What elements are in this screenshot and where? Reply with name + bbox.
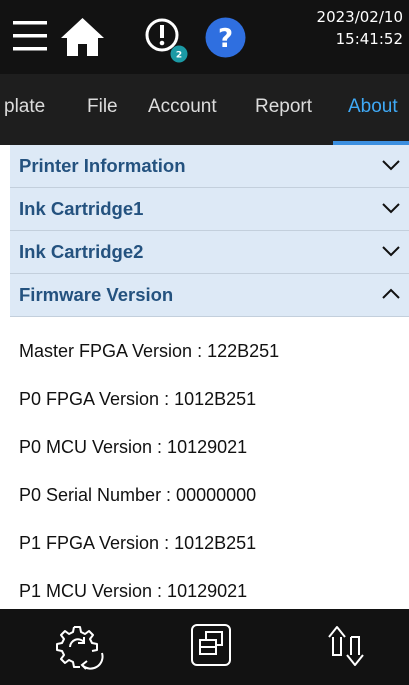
windows-icon[interactable]: [190, 623, 232, 667]
bottom-toolbar: [0, 609, 409, 685]
firmware-version-list: Master FPGA Version : 122B251 P0 FPGA Ve…: [10, 317, 409, 609]
section-printer-information[interactable]: Printer Information: [10, 145, 409, 188]
list-item: Master FPGA Version : 122B251: [19, 341, 280, 361]
section-title: Printer Information: [19, 155, 186, 176]
list-item: P0 FPGA Version : 1012B251: [19, 389, 257, 409]
settings-refresh-icon[interactable]: [56, 623, 106, 671]
home-icon[interactable]: [60, 17, 105, 57]
tab-template[interactable]: plate: [4, 96, 45, 118]
tab-account[interactable]: Account: [148, 96, 217, 118]
date-text: 2023/02/10: [316, 8, 403, 26]
tab-report[interactable]: Report: [255, 96, 312, 118]
clock: 2023/02/10 15:41:52: [317, 6, 403, 50]
transfer-icon[interactable]: [323, 623, 371, 669]
list-item: P0 MCU Version : 10129021: [19, 437, 248, 457]
list-item: P0 Serial Number : 00000000: [19, 485, 257, 505]
list-item: P1 MCU Version : 10129021: [19, 581, 248, 601]
section-ink-cartridge2[interactable]: Ink Cartridge2: [10, 231, 409, 274]
chevron-down-icon: [382, 246, 400, 257]
svg-text:?: ?: [218, 24, 233, 54]
section-title: Firmware Version: [19, 284, 174, 305]
tab-bar: plate File Account Report About: [0, 74, 409, 145]
section-title: Ink Cartridge1: [19, 198, 144, 219]
alert-icon[interactable]: 2: [144, 17, 198, 65]
time-text: 15:41:52: [335, 30, 403, 48]
list-item: P1 FPGA Version : 1012B251: [19, 533, 257, 553]
tab-file[interactable]: File: [87, 96, 118, 118]
section-ink-cartridge1[interactable]: Ink Cartridge1: [10, 188, 409, 231]
alert-badge-count: 2: [176, 51, 182, 61]
about-panel: Printer Information Ink Cartridge1 Ink C…: [10, 145, 409, 609]
menu-icon[interactable]: [13, 19, 47, 53]
chevron-down-icon: [382, 160, 400, 171]
section-firmware-version[interactable]: Firmware Version: [10, 274, 409, 317]
tab-about[interactable]: About: [348, 96, 398, 118]
status-bar: 2 ? 2023/02/10 15:41:52: [0, 0, 409, 74]
chevron-up-icon: [382, 288, 400, 299]
help-icon[interactable]: ?: [205, 17, 246, 58]
section-title: Ink Cartridge2: [19, 241, 144, 262]
chevron-down-icon: [382, 203, 400, 214]
